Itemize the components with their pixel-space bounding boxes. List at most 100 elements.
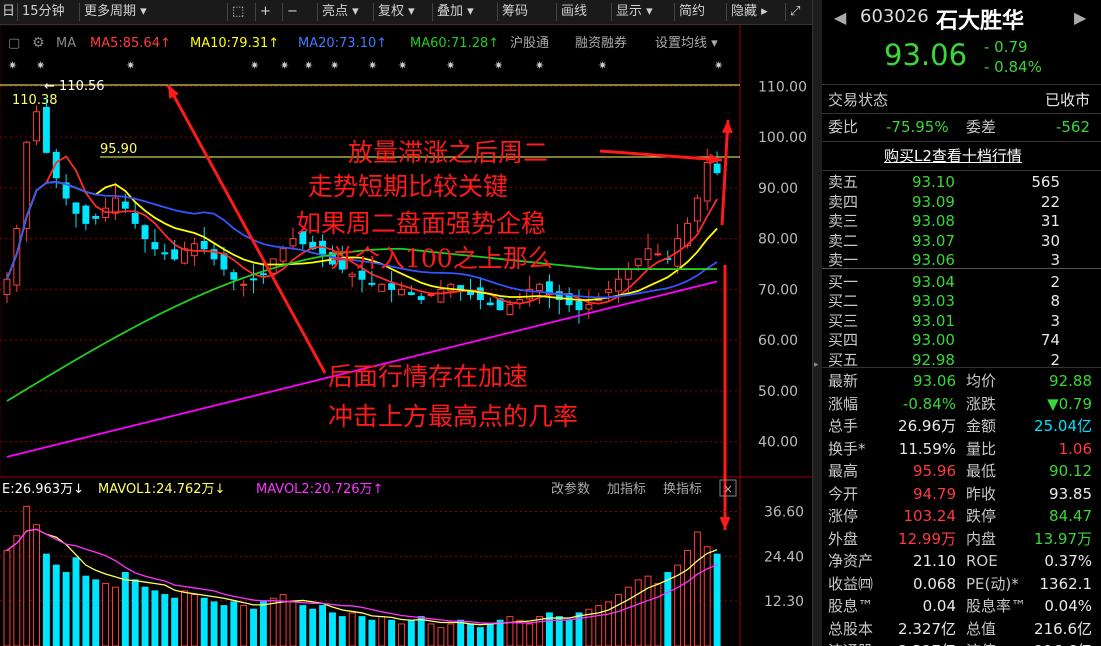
volume-bar[interactable] bbox=[358, 616, 366, 646]
candle-body[interactable] bbox=[259, 273, 267, 276]
volume-indicator-link[interactable]: 换指标 bbox=[663, 482, 702, 497]
overlay-button[interactable]: 叠加 ▾ bbox=[437, 0, 474, 24]
volume-bar[interactable] bbox=[693, 531, 701, 646]
highlight-button[interactable]: 亮点 ▾ bbox=[322, 0, 359, 24]
candle-body[interactable] bbox=[654, 253, 662, 256]
event-marker-icon[interactable]: ✷ bbox=[36, 59, 45, 72]
ma-legend-link[interactable]: 设置均线 ▾ bbox=[655, 36, 718, 51]
candle-body[interactable] bbox=[161, 252, 169, 255]
volume-bar[interactable] bbox=[674, 564, 682, 646]
candle-body[interactable] bbox=[33, 111, 41, 142]
volume-bar[interactable] bbox=[92, 579, 100, 646]
period-15min-button[interactable]: 15分钟 bbox=[22, 0, 65, 24]
volume-bar[interactable] bbox=[654, 583, 662, 646]
volume-bar[interactable] bbox=[417, 616, 425, 646]
zoom-out-icon[interactable]: − bbox=[287, 0, 298, 24]
candle-body[interactable] bbox=[506, 304, 514, 315]
volume-bar[interactable] bbox=[111, 586, 119, 646]
candle-body[interactable] bbox=[407, 292, 415, 295]
event-marker-icon[interactable]: ✷ bbox=[494, 59, 503, 72]
event-marker-icon[interactable]: ✷ bbox=[304, 59, 313, 72]
ma-legend-link[interactable]: 融资融券 bbox=[575, 35, 627, 51]
volume-bar[interactable] bbox=[407, 619, 415, 646]
candle-body[interactable] bbox=[427, 293, 435, 296]
event-marker-icon[interactable]: ✷ bbox=[714, 59, 723, 72]
candle-body[interactable] bbox=[634, 258, 642, 267]
candle-body[interactable] bbox=[388, 283, 396, 290]
candle-body[interactable] bbox=[378, 283, 386, 292]
volume-bar[interactable] bbox=[121, 572, 129, 646]
volume-bar[interactable] bbox=[368, 619, 376, 646]
more-periods-button[interactable]: 更多周期 ▾ bbox=[84, 0, 147, 24]
candle-body[interactable] bbox=[417, 296, 425, 301]
volume-bar[interactable] bbox=[42, 553, 50, 646]
volume-bar[interactable] bbox=[378, 616, 386, 646]
candle-body[interactable] bbox=[200, 240, 208, 250]
volume-bar[interactable] bbox=[565, 619, 573, 646]
zoom-in-icon[interactable]: + bbox=[260, 0, 271, 24]
volume-bar[interactable] bbox=[190, 594, 198, 646]
volume-bar[interactable] bbox=[338, 616, 346, 646]
volume-bar[interactable] bbox=[624, 586, 632, 646]
settings-gear-icon[interactable]: ⚙ bbox=[32, 35, 45, 51]
volume-bar[interactable] bbox=[713, 553, 721, 646]
volume-bar[interactable] bbox=[398, 623, 405, 646]
volume-close-glyph[interactable]: × bbox=[723, 482, 733, 496]
ma-collapse-icon[interactable]: ▢ bbox=[8, 36, 20, 51]
volume-bar[interactable] bbox=[250, 608, 257, 646]
candle-body[interactable] bbox=[92, 215, 100, 219]
fullscreen-icon[interactable]: ⤢ bbox=[790, 0, 800, 24]
volume-bar[interactable] bbox=[33, 524, 41, 646]
candle-body[interactable] bbox=[624, 268, 632, 280]
l2-link-text[interactable]: 购买L2查看十档行情 bbox=[884, 147, 1022, 165]
volume-bar[interactable] bbox=[388, 619, 396, 646]
candle-body[interactable] bbox=[476, 287, 484, 301]
candle-body[interactable] bbox=[437, 288, 445, 303]
volume-bar[interactable] bbox=[72, 557, 80, 646]
candle-body[interactable] bbox=[536, 283, 544, 292]
candle-body[interactable] bbox=[151, 242, 159, 250]
volume-bar[interactable] bbox=[161, 594, 169, 646]
volume-bar[interactable] bbox=[3, 549, 11, 646]
candle-body[interactable] bbox=[3, 278, 11, 295]
volume-indicator-link[interactable]: 改参数 bbox=[551, 481, 590, 497]
candle-body[interactable] bbox=[171, 249, 179, 260]
volume-bar[interactable] bbox=[240, 605, 248, 646]
volume-bar[interactable] bbox=[309, 608, 317, 646]
volume-bar[interactable] bbox=[615, 594, 622, 646]
period-day-button[interactable]: 日 bbox=[2, 0, 15, 24]
volume-bar[interactable] bbox=[348, 612, 356, 646]
candle-body[interactable] bbox=[42, 106, 50, 153]
ask-row[interactable]: 卖二 93.07 30 bbox=[828, 231, 1098, 251]
candle-body[interactable] bbox=[131, 212, 139, 224]
volume-bar[interactable] bbox=[555, 616, 563, 646]
volume-bar[interactable] bbox=[23, 505, 31, 646]
volume-bar[interactable] bbox=[319, 605, 327, 646]
candle-body[interactable] bbox=[72, 202, 80, 214]
candle-body[interactable] bbox=[141, 225, 149, 240]
event-marker-icon[interactable]: ✷ bbox=[280, 59, 289, 72]
volume-bar[interactable] bbox=[141, 586, 149, 646]
event-marker-icon[interactable]: ✷ bbox=[250, 59, 259, 72]
candle-body[interactable] bbox=[250, 278, 257, 281]
candle-body[interactable] bbox=[713, 163, 721, 174]
volume-bar[interactable] bbox=[220, 605, 228, 646]
candle-body[interactable] bbox=[230, 272, 238, 280]
volume-bar[interactable] bbox=[664, 572, 672, 646]
candle-body[interactable] bbox=[693, 197, 701, 222]
volume-indicator-link[interactable]: 加指标 bbox=[607, 482, 646, 497]
volume-bar[interactable] bbox=[427, 623, 435, 646]
candle-body[interactable] bbox=[279, 248, 287, 262]
adjust-button[interactable]: 复权 ▾ bbox=[378, 0, 415, 24]
volume-bar[interactable] bbox=[181, 590, 188, 646]
volume-bar[interactable] bbox=[289, 601, 297, 646]
kline-chart[interactable]: ▢ ⚙ MA MA5:85.64↑ MA10:79.31↑ MA20:73.10↑ MA60… bbox=[0, 25, 820, 646]
volume-bar[interactable] bbox=[299, 605, 307, 646]
volume-bar[interactable] bbox=[486, 623, 494, 646]
cursor-icon[interactable]: ⬚ bbox=[232, 0, 244, 24]
candle-body[interactable] bbox=[605, 288, 613, 293]
candle-body[interactable] bbox=[398, 288, 405, 296]
event-marker-icon[interactable]: ✷ bbox=[598, 59, 607, 72]
candle-body[interactable] bbox=[703, 162, 711, 202]
bid-row[interactable]: 买二 93.03 8 bbox=[828, 291, 1098, 311]
